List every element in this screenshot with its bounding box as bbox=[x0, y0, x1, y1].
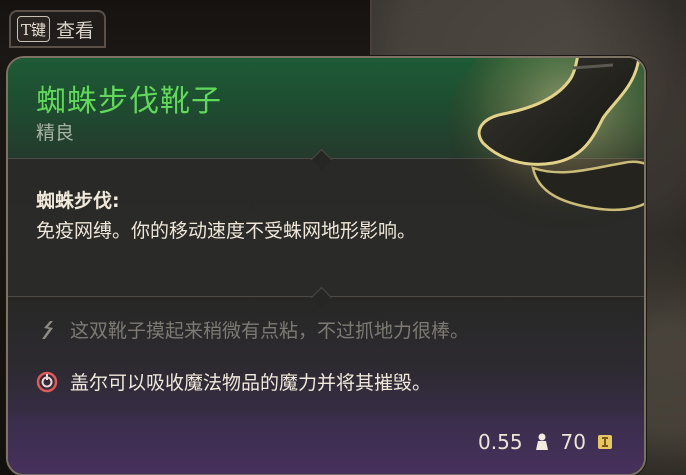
tooltip-footer: 0.55 70 bbox=[8, 416, 644, 474]
quill-icon bbox=[36, 319, 58, 341]
weight-value: 0.55 bbox=[478, 430, 523, 454]
lore-section: 这双靴子摸起来稍微有点粘，不过抓地力很棒。 盖尔可以吸收魔法物品的魔力并将其摧毁… bbox=[8, 296, 644, 416]
game-scene: T键 查看 蜘蛛步伐靴子 精良 蜘蛛步伐: 免疫网缚。你的移动速度不受蛛网地形影… bbox=[0, 0, 686, 475]
inspect-key-hint[interactable]: T键 查看 bbox=[9, 10, 107, 48]
gale-hunger-icon bbox=[36, 371, 58, 393]
weight-icon bbox=[533, 432, 551, 452]
passive-name: 蜘蛛步伐: bbox=[36, 190, 120, 212]
item-rarity: 精良 bbox=[36, 122, 75, 144]
item-stats: 0.55 70 bbox=[478, 430, 614, 454]
boots-icon bbox=[443, 58, 644, 248]
gold-value: 70 bbox=[560, 430, 586, 454]
lore-divider bbox=[8, 286, 644, 309]
passive-description: 免疫网缚。你的移动速度不受蛛网地形影响。 bbox=[36, 220, 417, 242]
inspect-label: 查看 bbox=[56, 19, 95, 42]
item-tooltip: 蜘蛛步伐靴子 精良 蜘蛛步伐: 免疫网缚。你的移动速度不受蛛网地形影响。 这双靴… bbox=[6, 56, 646, 475]
note-text: 盖尔可以吸收魔法物品的魔力并将其摧毁。 bbox=[70, 372, 432, 394]
item-name: 蜘蛛步伐靴子 bbox=[36, 84, 222, 119]
flavor-row: 这双靴子摸起来稍微有点粘，不过抓地力很棒。 bbox=[36, 316, 469, 343]
keycap-t: T键 bbox=[17, 16, 51, 42]
flavor-text: 这双靴子摸起来稍微有点粘，不过抓地力很棒。 bbox=[70, 320, 470, 342]
note-row: 盖尔可以吸收魔法物品的魔力并将其摧毁。 bbox=[36, 368, 431, 395]
gold-icon bbox=[596, 432, 614, 452]
